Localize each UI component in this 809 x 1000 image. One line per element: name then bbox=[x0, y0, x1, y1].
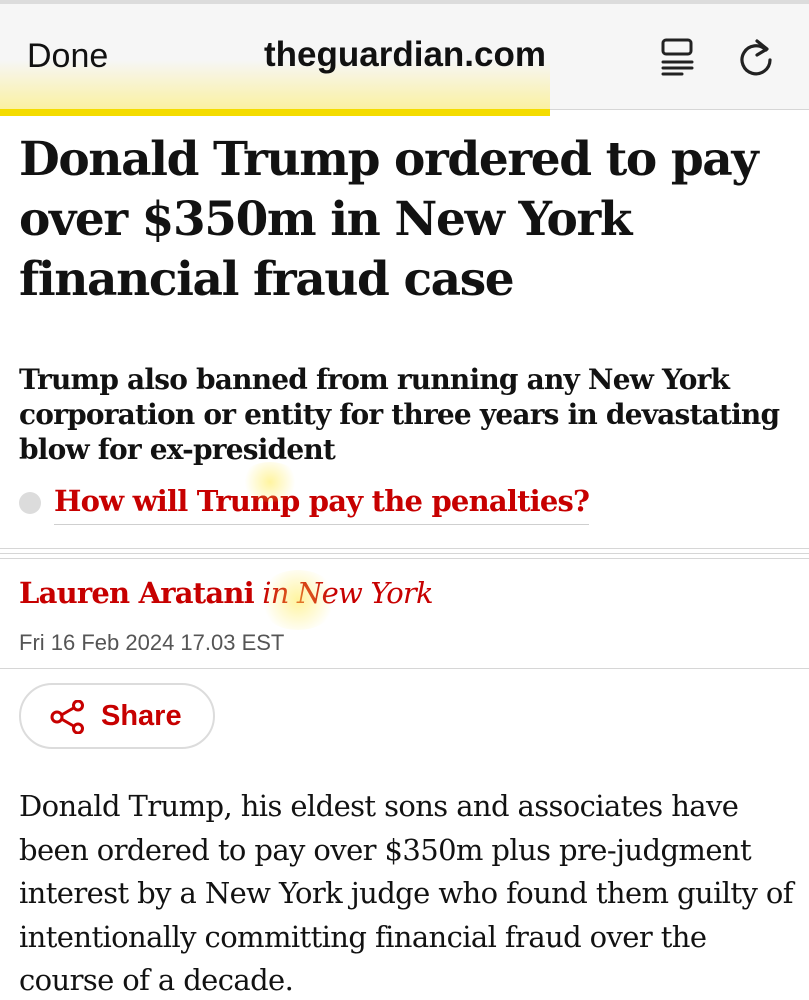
divider-line bbox=[0, 548, 809, 549]
share-icon bbox=[50, 699, 86, 735]
byline: Lauren Aratani in New York bbox=[19, 572, 434, 614]
publish-dateline: Fri 16 Feb 2024 17.03 EST bbox=[19, 630, 285, 655]
page-load-progress-bar bbox=[0, 109, 550, 116]
divider-line bbox=[0, 553, 809, 554]
share-button[interactable]: Share bbox=[19, 683, 215, 749]
toolbar-top-edge bbox=[0, 0, 809, 4]
byline-author-link[interactable]: Lauren Aratani bbox=[19, 576, 255, 610]
divider-line bbox=[0, 558, 809, 559]
done-button[interactable]: Done bbox=[27, 36, 108, 76]
reader-mode-icon[interactable] bbox=[660, 38, 696, 76]
browser-toolbar: Done theguardian.com bbox=[0, 0, 809, 110]
related-article-link[interactable]: How will Trump pay the penalties? bbox=[54, 480, 590, 525]
article-standfirst: Trump also banned from running any New Y… bbox=[19, 363, 780, 466]
divider-line bbox=[0, 668, 809, 669]
bullet-dot-icon bbox=[19, 492, 41, 514]
article-headline: Donald Trump ordered to pay over $350m i… bbox=[19, 132, 759, 307]
share-label: Share bbox=[101, 700, 182, 732]
reload-icon[interactable] bbox=[736, 36, 776, 78]
url-address[interactable]: theguardian.com bbox=[230, 34, 580, 76]
article-body-paragraph: Donald Trump, his eldest sons and associ… bbox=[19, 789, 793, 997]
byline-location: in New York bbox=[262, 576, 433, 610]
